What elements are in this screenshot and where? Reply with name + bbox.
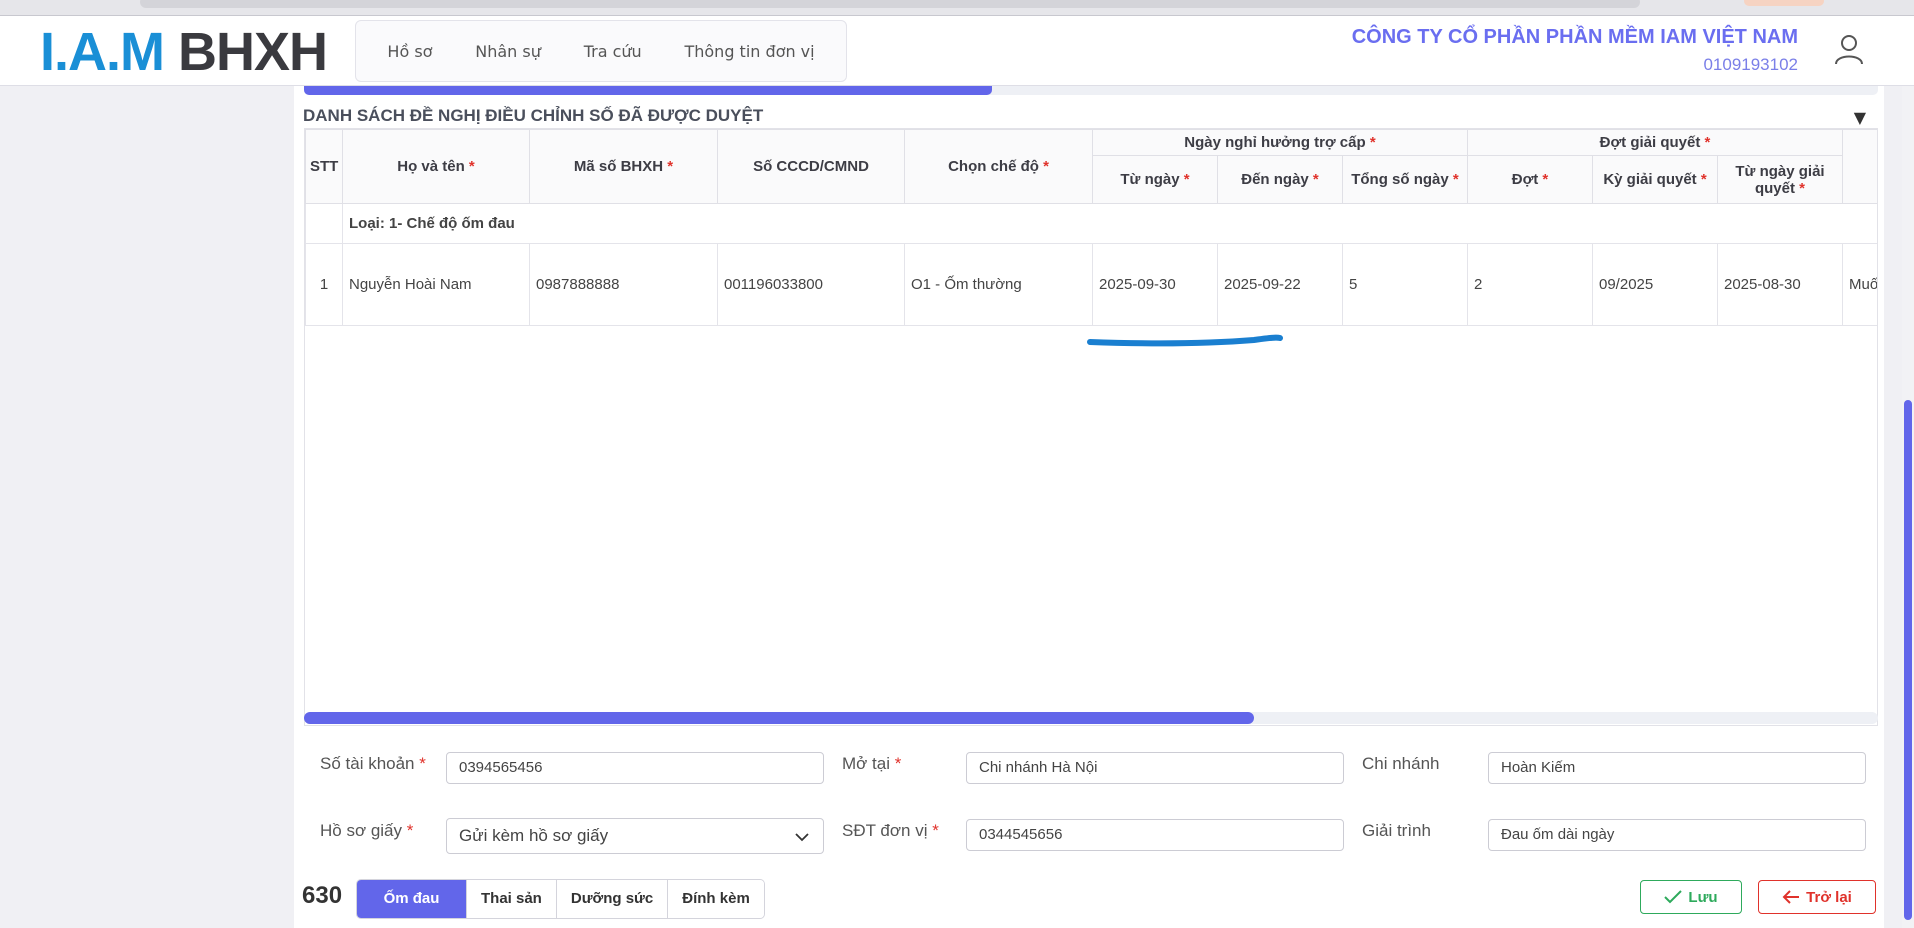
cell-ky-giai-quyet[interactable]: 09/2025 bbox=[1592, 243, 1718, 326]
nav-nhan-su[interactable]: Nhân sự bbox=[475, 42, 541, 61]
table-scrollbar-thumb[interactable] bbox=[304, 712, 1254, 724]
th-tu-ngay-giai-quyet: Từ ngày giải quyết * bbox=[1716, 155, 1844, 204]
tab-om-dau[interactable]: Ốm đau bbox=[357, 880, 467, 918]
th-den-ngay: Đến ngày * bbox=[1217, 155, 1343, 204]
regime-tabs: Ốm đau Thai sản Dưỡng sức Đính kèm bbox=[356, 879, 765, 919]
label-mo-tai: Mở tại * bbox=[842, 754, 902, 773]
top-horizontal-scrollbar[interactable] bbox=[304, 86, 1878, 95]
app-header: I.A.M BHXH Hồ sơ Nhân sự Tra cứu Thông t… bbox=[0, 16, 1914, 86]
ho-so-giay-value: Gửi kèm hồ sơ giấy bbox=[459, 826, 609, 845]
cell-so-cccd[interactable]: 001196033800 bbox=[717, 243, 905, 326]
top-scrollbar-thumb[interactable] bbox=[304, 86, 992, 95]
save-label: Lưu bbox=[1688, 888, 1718, 906]
mo-tai-input[interactable]: Chi nhánh Hà Nội bbox=[966, 752, 1344, 784]
th-tu-ngay: Từ ngày * bbox=[1092, 155, 1218, 204]
check-icon bbox=[1664, 890, 1683, 904]
cell-tong-so-ngay[interactable]: 5 bbox=[1342, 243, 1468, 326]
cell-stt: 1 bbox=[305, 243, 343, 326]
label-sdt-don-vi: SĐT đơn vị * bbox=[842, 821, 939, 840]
tab-duong-suc[interactable]: Dưỡng sức bbox=[556, 880, 669, 918]
browser-address-bar[interactable] bbox=[140, 0, 1640, 8]
th-so-cccd: Số CCCD/CMND bbox=[717, 129, 905, 204]
th-ky-giai-quyet: Kỳ giải quyết * bbox=[1592, 155, 1718, 204]
cell-ma-so-bhxh[interactable]: 0987888888 bbox=[529, 243, 718, 326]
collapse-icon[interactable]: ▼ bbox=[1854, 108, 1866, 127]
back-label: Trở lại bbox=[1806, 888, 1852, 906]
page-scrollbar-thumb[interactable] bbox=[1904, 400, 1912, 920]
label-ho-so-giay: Hồ sơ giấy * bbox=[320, 821, 414, 840]
save-button[interactable]: Lưu bbox=[1640, 880, 1742, 914]
nav-ho-so[interactable]: Hồ sơ bbox=[387, 42, 432, 61]
cell-che-do[interactable]: O1 - Ốm thường bbox=[904, 243, 1093, 326]
tab-dinh-kem[interactable]: Đính kèm bbox=[668, 880, 764, 918]
cell-den-ngay[interactable]: 2025-09-22 bbox=[1217, 243, 1343, 326]
approved-table: STT Họ và tên * Mã số BHXH * Số CCCD/CMN… bbox=[304, 128, 1878, 726]
company-info: CÔNG TY CỔ PHẦN PHẦN MỀM IAM VIỆT NAM 01… bbox=[1352, 26, 1798, 75]
cell-extra[interactable]: Muốn bbox=[1842, 243, 1877, 326]
main-nav: Hồ sơ Nhân sự Tra cứu Thông tin đơn vị bbox=[355, 20, 847, 82]
page-vertical-scrollbar[interactable] bbox=[1902, 86, 1914, 928]
group-label: Loại: 1- Chế độ ốm đau bbox=[341, 203, 1877, 244]
back-button[interactable]: Trở lại bbox=[1758, 880, 1876, 914]
cell-dot[interactable]: 2 bbox=[1467, 243, 1593, 326]
company-tax-code: 0109193102 bbox=[1703, 55, 1798, 74]
app-logo[interactable]: I.A.M BHXH bbox=[40, 22, 328, 82]
so-tai-khoan-input[interactable]: 0394565456 bbox=[446, 752, 824, 784]
annotation-underline bbox=[1087, 334, 1283, 347]
main-panel: DANH SÁCH ĐỀ NGHỊ ĐIỀU CHỈNH SỐ ĐÃ ĐƯỢC … bbox=[294, 86, 1884, 928]
table-row[interactable]: 1 Nguyễn Hoài Nam 0987888888 00119603380… bbox=[305, 243, 1877, 326]
group-row: Loại: 1- Chế độ ốm đau bbox=[305, 203, 1877, 244]
logo-iam: I.A.M bbox=[40, 22, 165, 82]
chi-nhanh-input[interactable]: Hoàn Kiếm bbox=[1488, 752, 1866, 784]
label-giai-trinh: Giải trình bbox=[1362, 821, 1431, 840]
nav-tra-cuu[interactable]: Tra cứu bbox=[584, 42, 642, 61]
record-counter: 630 bbox=[302, 882, 343, 909]
chevron-down-icon bbox=[795, 833, 809, 842]
th-ma-so-bhxh: Mã số BHXH * bbox=[529, 129, 718, 204]
th-tong-so-ngay: Tổng số ngày * bbox=[1342, 155, 1468, 204]
logo-bhxh: BHXH bbox=[178, 22, 328, 82]
browser-button[interactable] bbox=[1744, 0, 1824, 6]
tab-thai-san[interactable]: Thai sản bbox=[467, 880, 557, 918]
th-che-do: Chọn chế độ * bbox=[904, 129, 1093, 204]
cell-ho-ten[interactable]: Nguyễn Hoài Nam bbox=[342, 243, 530, 326]
arrow-left-icon bbox=[1782, 890, 1800, 904]
giai-trinh-input[interactable]: Đau ốm dài ngày bbox=[1488, 819, 1866, 851]
th-dot: Đợt * bbox=[1467, 155, 1593, 204]
group-spacer bbox=[305, 203, 343, 244]
label-so-tai-khoan: Số tài khoản * bbox=[320, 754, 426, 773]
ho-so-giay-select[interactable]: Gửi kèm hồ sơ giấy bbox=[446, 818, 824, 854]
th-ho-ten: Họ và tên * bbox=[342, 129, 530, 204]
th-group-dot: Đợt giải quyết * bbox=[1466, 129, 1844, 156]
th-group-nghi: Ngày nghỉ hưởng trợ cấp * bbox=[1092, 129, 1468, 156]
cell-tu-ngay-giai-quyet[interactable]: 2025-08-30 bbox=[1716, 243, 1844, 326]
nav-thong-tin-don-vi[interactable]: Thông tin đơn vị bbox=[684, 42, 814, 61]
table-horizontal-scrollbar[interactable] bbox=[304, 712, 1878, 724]
browser-strip bbox=[0, 0, 1914, 16]
company-name: CÔNG TY CỔ PHẦN PHẦN MỀM IAM VIỆT NAM bbox=[1351, 26, 1798, 48]
cell-tu-ngay[interactable]: 2025-09-30 bbox=[1092, 243, 1218, 326]
user-icon[interactable] bbox=[1832, 32, 1866, 66]
section-title: DANH SÁCH ĐỀ NGHỊ ĐIỀU CHỈNH SỐ ĐÃ ĐƯỢC … bbox=[303, 106, 764, 125]
label-chi-nhanh: Chi nhánh bbox=[1362, 754, 1440, 773]
th-extra bbox=[1842, 129, 1877, 204]
sdt-don-vi-input[interactable]: 0344545656 bbox=[966, 819, 1344, 851]
th-stt: STT bbox=[305, 129, 343, 204]
